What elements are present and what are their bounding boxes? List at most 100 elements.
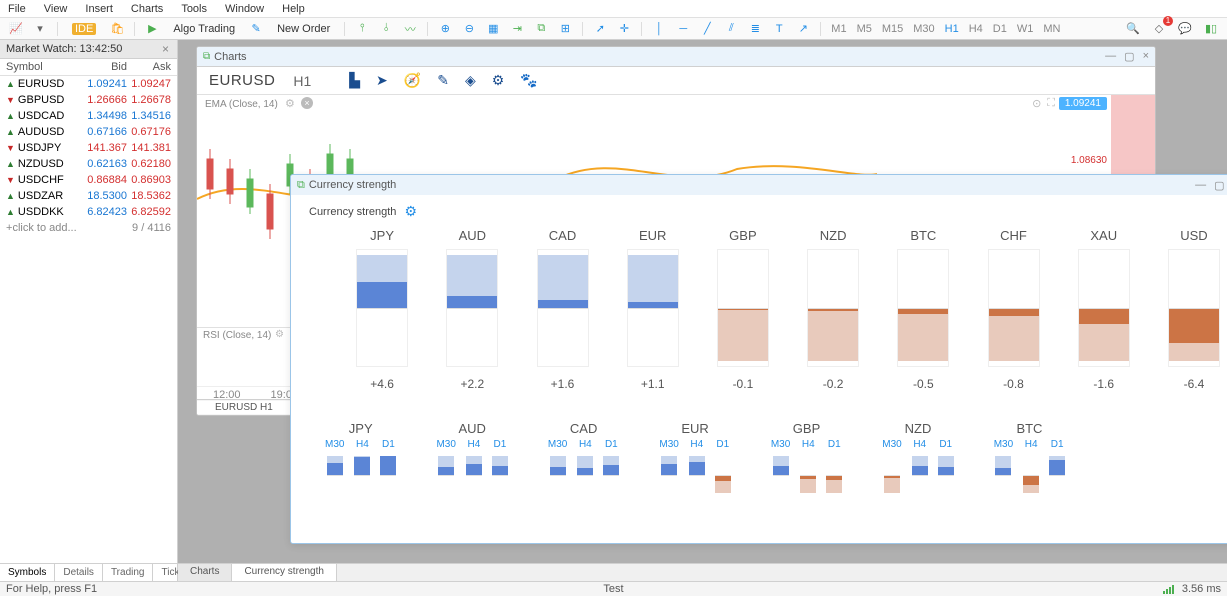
cs-gear-icon[interactable]: ⚙ — [404, 203, 417, 220]
cursor-icon[interactable]: ➚ — [590, 20, 610, 38]
bar-chart-icon[interactable]: ⫯ — [352, 20, 372, 38]
chart-tab-eurusd[interactable]: EURUSD H1 — [197, 401, 292, 414]
menu-window[interactable]: Window — [225, 3, 264, 15]
trendline-icon[interactable]: ╱ — [697, 20, 717, 38]
candles-icon[interactable]: ⫰ — [376, 20, 396, 38]
cs-mini-bar — [438, 453, 454, 497]
tf-h4[interactable]: H4 — [966, 23, 986, 35]
cs-tf-label: H4 — [802, 439, 815, 450]
market-watch-row[interactable]: ▲EURUSD1.092411.09247 — [0, 76, 177, 92]
search-icon[interactable]: 🔍 — [1123, 20, 1143, 38]
notifications-icon[interactable]: ◇ — [1149, 20, 1169, 38]
reset-icon[interactable]: ⊙ — [1032, 97, 1041, 110]
connection-icon[interactable]: ▮▯ — [1201, 20, 1221, 38]
market-watch-row[interactable]: ▼USDCHF0.868840.86903 — [0, 172, 177, 188]
pointer-icon[interactable]: ➤ — [376, 72, 388, 89]
cs-mini-bar — [661, 453, 677, 497]
tf-m30[interactable]: M30 — [910, 23, 937, 35]
arrow-icon[interactable]: ↗ — [793, 20, 813, 38]
tf-w1[interactable]: W1 — [1014, 23, 1037, 35]
cs-currency-col: USD-6.4 — [1159, 228, 1227, 391]
compass-icon[interactable]: 🧭 — [404, 72, 421, 89]
new-order-button[interactable]: New Order — [270, 20, 337, 38]
cs-bar — [897, 249, 949, 367]
mw-bid: 18.5300 — [83, 190, 127, 202]
rsi-gear-icon[interactable]: ⚙ — [275, 329, 284, 340]
cs-maximize-icon[interactable]: ▢ — [1214, 179, 1224, 192]
tf-h1[interactable]: H1 — [942, 23, 962, 35]
market-watch-row[interactable]: ▲NZDUSD0.621630.62180 — [0, 156, 177, 172]
menu-insert[interactable]: Insert — [85, 3, 113, 15]
menu-help[interactable]: Help — [282, 3, 305, 15]
charts-window-titlebar[interactable]: ⧉ Charts — ▢ × — [197, 47, 1155, 67]
shift-icon[interactable]: ⧉ — [531, 20, 551, 38]
tab-symbols[interactable]: Symbols — [0, 564, 55, 581]
market-watch-close-icon[interactable]: × — [160, 42, 171, 56]
cs-icon: ⧉ — [297, 179, 305, 192]
tf-m1[interactable]: M1 — [828, 23, 849, 35]
market-watch-row[interactable]: ▼USDJPY141.367141.381 — [0, 140, 177, 156]
market-watch-row[interactable]: ▲USDZAR18.530018.5362 — [0, 188, 177, 204]
diamond-icon[interactable]: ◈ — [465, 72, 476, 89]
cs-titlebar[interactable]: ⧉ Currency strength — ▢ × — [291, 175, 1227, 195]
algo-trading-button[interactable]: Algo Trading — [166, 20, 242, 38]
fullscreen-icon[interactable]: ⛶ — [1047, 97, 1055, 110]
gear-icon[interactable]: ⚙ — [492, 72, 505, 89]
area-chart-icon[interactable]: ▙ — [349, 72, 360, 89]
market-watch-row[interactable]: ▲USDCAD1.344981.34516 — [0, 108, 177, 124]
mw-symbol: AUDUSD — [18, 126, 83, 138]
tf-d1[interactable]: D1 — [990, 23, 1010, 35]
crosshair-icon[interactable]: ✛ — [614, 20, 634, 38]
new-order-icon[interactable]: ✎ — [246, 20, 266, 38]
candlestick-icon[interactable]: 📈 — [6, 20, 26, 38]
text-icon[interactable]: T — [769, 20, 789, 38]
ide-button[interactable]: IDE — [65, 20, 103, 38]
fibo-icon[interactable]: ≣ — [745, 20, 765, 38]
line-chart-icon[interactable]: 〰 — [400, 20, 420, 38]
menu-file[interactable]: File — [8, 3, 26, 15]
ema-close-icon[interactable]: × — [301, 97, 313, 109]
market-watch-row[interactable]: ▼GBPUSD1.266661.26678 — [0, 92, 177, 108]
indicators-icon[interactable]: ⊞ — [555, 20, 575, 38]
tab-trading[interactable]: Trading — [103, 564, 154, 581]
zoom-in-icon[interactable]: ⊕ — [435, 20, 455, 38]
market-watch-row[interactable]: ▲USDDKK6.824236.82592 — [0, 204, 177, 220]
tab-details[interactable]: Details — [55, 564, 103, 581]
ws-tab-charts[interactable]: Charts — [178, 564, 232, 581]
cs-lower-label: GBP — [793, 421, 820, 436]
algo-play-icon[interactable]: ▶ — [142, 20, 162, 38]
market-watch-add[interactable]: + click to add... 9 / 4116 — [0, 220, 177, 236]
vline-icon[interactable]: │ — [649, 20, 669, 38]
market-watch-tabs: Symbols Details Trading Ticks — [0, 563, 177, 581]
cs-tf-cell: D1 — [380, 439, 396, 497]
cs-mini-bar — [380, 453, 396, 497]
charts-icon: ⧉ — [203, 51, 210, 62]
menu-view[interactable]: View — [44, 3, 68, 15]
scroll-icon[interactable]: ⇥ — [507, 20, 527, 38]
channel-icon[interactable]: ⫽ — [721, 20, 741, 38]
mw-ask: 1.26678 — [127, 94, 171, 106]
zoom-out-icon[interactable]: ⊖ — [459, 20, 479, 38]
cs-minimize-icon[interactable]: — — [1195, 179, 1206, 192]
hline-icon[interactable]: ─ — [673, 20, 693, 38]
edit-icon[interactable]: ✎ — [437, 72, 449, 89]
close-icon[interactable]: × — [1143, 50, 1149, 63]
chat-icon[interactable]: 💬 — [1175, 20, 1195, 38]
cs-lower-col: JPYM30H4D1 — [325, 421, 396, 497]
minimize-icon[interactable]: — — [1105, 50, 1116, 63]
tf-mn[interactable]: MN — [1040, 23, 1063, 35]
tf-m15[interactable]: M15 — [879, 23, 906, 35]
cs-currency-label: BTC — [910, 228, 936, 243]
dropdown-icon[interactable]: ▾ — [30, 20, 50, 38]
paw-icon[interactable]: 🐾 — [520, 72, 537, 89]
tf-m5[interactable]: M5 — [854, 23, 875, 35]
market-watch-row[interactable]: ▲AUDUSD0.671660.67176 — [0, 124, 177, 140]
maximize-icon[interactable]: ▢ — [1124, 50, 1134, 63]
cs-mini-bar — [826, 453, 842, 497]
menu-charts[interactable]: Charts — [131, 3, 163, 15]
cs-currency-col: EUR+1.1 — [618, 228, 688, 391]
grid-icon[interactable]: ▦ — [483, 20, 503, 38]
menu-tools[interactable]: Tools — [181, 3, 207, 15]
ws-tab-currency-strength[interactable]: Currency strength — [232, 564, 336, 581]
store-icon[interactable]: 🛍 — [107, 20, 127, 38]
